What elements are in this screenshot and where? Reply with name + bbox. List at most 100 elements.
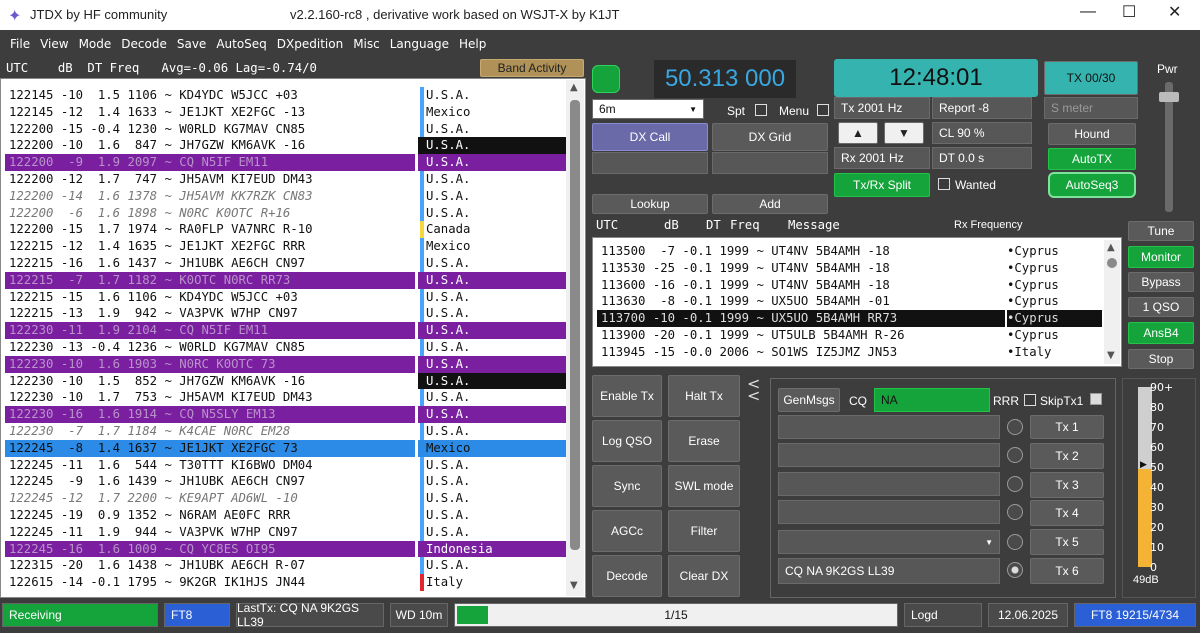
rx-freq-row[interactable]: 113500 -7 -0.1 1999 ~ UT4NV 5B4AMH -18 [597,243,1005,260]
agcc-button[interactable]: AGCc [592,510,662,552]
menu-misc[interactable]: Misc [353,33,380,51]
band-activity-row[interactable]: 122245 -8 1.4 1637 ~ JE1JKT XE2FGC 73 [5,439,415,457]
menu-file[interactable]: File [10,33,30,51]
cl-spinbox[interactable]: CL 90 % [932,122,1032,144]
menu-dxpedition[interactable]: DXpedition [277,33,343,51]
close-icon[interactable]: ✕ [1168,2,1181,22]
tx4-message[interactable] [778,500,1000,524]
band-activity-row[interactable]: 122200 -6 1.6 1898 ~ N0RC K0OTC R+16 [5,205,415,222]
tune-button[interactable]: Tune [1128,221,1194,241]
rx-freq-row[interactable]: 113945 -15 -0.0 2006 ~ SO1WS IZ5JMZ JN53 [597,344,1005,361]
pwr-slider-handle[interactable] [1159,92,1179,102]
band-activity-row[interactable]: 122230 -7 1.7 1184 ~ K4CAE N0RC EM28 [5,423,415,440]
sync-button[interactable]: Sync [592,465,662,507]
tx3-message[interactable] [778,472,1000,496]
tx2-button[interactable]: Tx 2 [1030,443,1104,469]
scroll-up-icon[interactable]: ▲ [570,82,578,93]
monitor-button[interactable]: Monitor [1128,246,1194,268]
band-activity-row[interactable]: 122200 -12 1.7 747 ~ JH5AVM KI7EUD DM43 [5,171,415,188]
band-activity-row[interactable]: 122315 -20 1.6 1438 ~ JH1UBK AE6CH R-07 [5,557,415,574]
rx-scroll-thumb[interactable] [1107,258,1117,268]
wanted-checkbox[interactable] [938,178,950,190]
band-activity-row[interactable]: 122145 -10 1.5 1106 ~ KD4YDC W5JCC +03 [5,87,415,104]
skiptx1-checkbox[interactable] [1024,394,1036,406]
band-activity-row[interactable]: 122230 -11 1.9 2104 ~ CQ N5IF EM11 [5,322,415,339]
rx-freq-scrollbar[interactable]: ▲ ▼ [1104,240,1120,364]
dt-spinbox[interactable]: DT 0.0 s [932,147,1032,169]
dx-grid-button[interactable]: DX Grid [712,123,828,151]
tx2-message[interactable] [778,443,1000,467]
dx-call-button[interactable]: DX Call [592,123,708,151]
band-activity-row[interactable]: 122200 -10 1.6 847 ~ JH7GZW KM6AVK -16 [5,137,415,154]
band-activity-row[interactable]: 122200 -9 1.9 2097 ~ CQ N5IF EM11 [5,154,415,171]
add-button[interactable]: Add [712,194,828,214]
band-activity-row[interactable]: 122200 -15 -0.4 1230 ~ W0RLD KG7MAV CN85 [5,121,415,138]
enable-tx-button[interactable]: Enable Tx [592,375,662,417]
minimize-icon[interactable]: — [1080,3,1096,21]
rx-freq-spinbox[interactable]: Rx 2001 Hz [834,147,930,169]
autotx-button[interactable]: AutoTX [1048,148,1136,170]
bypass-button[interactable]: Bypass [1128,272,1194,292]
rx-freq-row[interactable]: 113700 -10 -0.1 1999 ~ UX5UO 5B4AMH RR73 [597,310,1005,327]
menu-autoseq[interactable]: AutoSeq [216,33,266,51]
band-select[interactable]: 6m ▼ [592,99,704,119]
tx5-radio[interactable] [1007,534,1023,550]
menu-decode[interactable]: Decode [121,33,167,51]
band-activity-row[interactable]: 122145 -12 1.4 1633 ~ JE1JKT XE2FGC -13 [5,104,415,121]
tx2-radio[interactable] [1007,447,1023,463]
filter-button[interactable]: Filter [668,510,740,552]
band-activity-row[interactable]: 122245 -11 1.6 544 ~ T30TTT KI6BWO DM04 [5,457,415,474]
log-qso-button[interactable]: Log QSO [592,420,662,462]
band-activity-row[interactable]: 122615 -14 -0.1 1795 ~ 9K2GR IK1HJS JN44 [5,574,415,591]
tx3-button[interactable]: Tx 3 [1030,472,1104,498]
rx-scroll-down-icon[interactable]: ▼ [1107,350,1115,361]
band-activity-button[interactable]: Band Activity [480,59,584,77]
band-activity-row[interactable]: 122230 -13 -0.4 1236 ~ W0RLD KG7MAV CN85 [5,339,415,356]
band-activity-row[interactable]: 122215 -13 1.9 942 ~ VA3PVK W7HP CN97 [5,305,415,322]
freq-down-button[interactable]: ▼ [884,122,924,144]
band-activity-row[interactable]: 122245 -12 1.7 2200 ~ KE9APT AD6WL -10 [5,490,415,507]
band-activity-scrollbar[interactable]: ▲ ▼ [566,80,584,596]
band-activity-row[interactable]: 122245 -11 1.9 944 ~ VA3PVK W7HP CN97 [5,524,415,541]
menu-help[interactable]: Help [459,33,486,51]
one-qso-button[interactable]: 1 QSO [1128,297,1194,317]
stop-button[interactable]: Stop [1128,349,1194,369]
freq-up-button[interactable]: ▲ [838,122,878,144]
spt-checkbox[interactable] [755,104,767,116]
menu-language[interactable]: Language [390,33,449,51]
band-activity-row[interactable]: 122245 -16 1.6 1009 ~ CQ YC8ES OI95 [5,540,415,558]
band-activity-row[interactable]: 122230 -16 1.6 1914 ~ CQ N5SLY EM13 [5,406,415,423]
band-activity-row[interactable]: 122200 -14 1.6 1378 ~ JH5AVM KK7RZK CN83 [5,188,415,205]
report-spinbox[interactable]: Report -8 [932,97,1032,119]
menu-mode[interactable]: Mode [79,33,112,51]
ansb4-button[interactable]: AnsB4 [1128,322,1194,344]
tx6-radio[interactable] [1007,562,1023,578]
scroll-down-icon[interactable]: ▼ [570,580,578,591]
tx6-button[interactable]: Tx 6 [1030,558,1104,584]
collapse-arrow-icon[interactable]: < < [747,376,760,404]
tx1-button[interactable]: Tx 1 [1030,415,1104,439]
tx-freq-spinbox[interactable]: Tx 2001 Hz [834,97,930,119]
halt-tx-button[interactable]: Halt Tx [668,375,740,417]
menu-view[interactable]: View [40,33,68,51]
maximize-icon[interactable]: ☐ [1122,2,1136,22]
tx6-message[interactable]: CQ NA 9K2GS LL39 [778,558,1000,584]
rx-scroll-up-icon[interactable]: ▲ [1107,242,1115,253]
rx-freq-row[interactable]: 113900 -20 -0.1 1999 ~ UT5ULB 5B4AMH R-2… [597,327,1005,344]
hound-button[interactable]: Hound [1048,123,1136,145]
band-activity-row[interactable]: 122245 -9 1.6 1439 ~ JH1UBK AE6CH CN97 [5,473,415,490]
lookup-button[interactable]: Lookup [592,194,708,214]
tx4-radio[interactable] [1007,504,1023,520]
band-activity-row[interactable]: 122215 -7 1.7 1182 ~ K0OTC N0RC RR73 [5,271,415,289]
dx-call-input[interactable] [592,152,708,174]
swl-mode-button[interactable]: SWL mode [668,465,740,507]
tx5-button[interactable]: Tx 5 [1030,529,1104,555]
cq-input[interactable]: NA [874,388,990,412]
tx-panel-checkbox[interactable] [1090,393,1102,405]
tx5-message[interactable]: ▼ [778,530,1000,554]
tx-counter-button[interactable]: TX 00/30 [1044,61,1138,95]
band-activity-row[interactable]: 122230 -10 1.7 753 ~ JH5AVM KI7EUD DM43 [5,389,415,406]
tx3-radio[interactable] [1007,476,1023,492]
band-activity-row[interactable]: 122215 -12 1.4 1635 ~ JE1JKT XE2FGC RRR [5,238,415,255]
genmsgs-button[interactable]: GenMsgs [778,388,840,412]
